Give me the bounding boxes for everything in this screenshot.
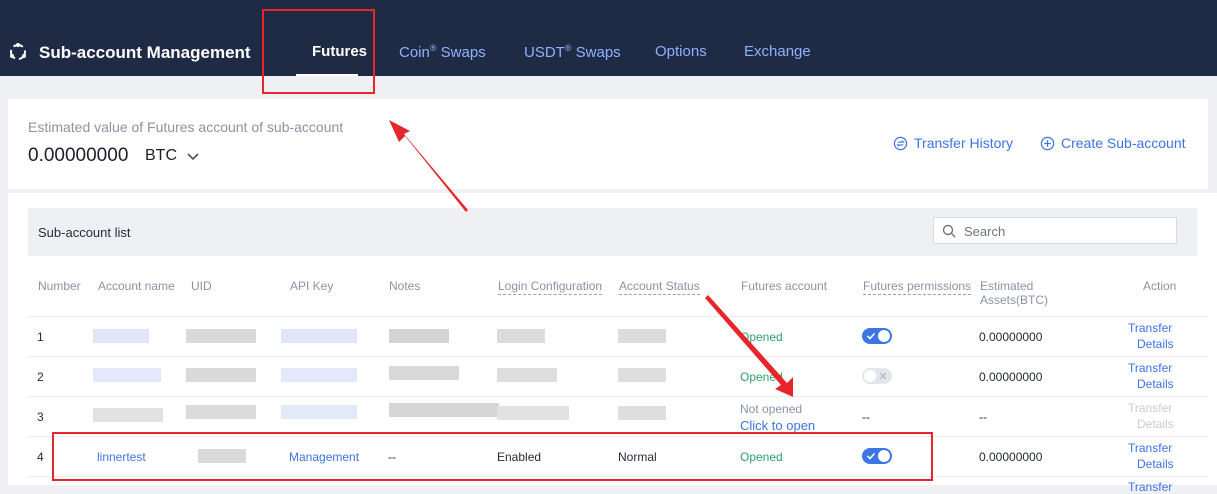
row-1-notes-redacted [389, 329, 449, 343]
list-title: Sub-account list [38, 225, 131, 240]
top-nav-bar: Sub-account Management Futures Coin® Swa… [0, 0, 1217, 76]
x-icon [879, 372, 887, 380]
search-icon [942, 224, 956, 238]
row-1-assets: 0.00000000 [979, 330, 1043, 344]
tab-coin-label: Coin [399, 44, 430, 61]
row-divider [28, 356, 1209, 357]
col-futures-permissions[interactable]: Futures permissions [863, 279, 972, 295]
tab-usdt-suffix: Swaps [571, 44, 621, 61]
row-4-number: 4 [37, 450, 44, 464]
row-2-details-link[interactable]: Details [1137, 377, 1174, 391]
toggle-knob [864, 370, 876, 382]
tab-usdt-swaps[interactable]: USDT® Swaps [524, 43, 621, 61]
tab-options[interactable]: Options [655, 43, 707, 60]
row-1-api-key-redacted [281, 329, 357, 343]
col-uid: UID [191, 279, 212, 293]
transfer-history-icon [893, 136, 908, 150]
chevron-down-icon[interactable] [186, 149, 200, 163]
row-2-login-redacted [497, 368, 557, 382]
logo-icon [10, 43, 26, 60]
row-3-assets: -- [979, 410, 987, 424]
transfer-history-button[interactable]: Transfer History [893, 135, 1013, 151]
transfer-history-label: Transfer History [914, 135, 1014, 151]
col-action: Action [1143, 279, 1177, 293]
check-icon [866, 332, 876, 340]
row-4-transfer-link[interactable]: Transfer [1128, 441, 1172, 455]
row-3-number: 3 [37, 410, 44, 424]
row-2-notes-redacted [389, 366, 459, 380]
toggle-knob [878, 330, 890, 342]
col-estimated-assets-line1: Estimated [980, 279, 1034, 293]
create-sub-account-label: Create Sub-account [1061, 135, 1186, 151]
row-3-details-link: Details [1137, 417, 1174, 431]
row-1-status-redacted [618, 329, 666, 343]
row-1-permission-toggle[interactable] [862, 328, 892, 344]
list-header: Sub-account list Search [28, 208, 1197, 256]
tab-coin-swaps[interactable]: Coin® Swaps [399, 43, 486, 61]
row-4-details-link[interactable]: Details [1137, 457, 1174, 471]
row-2-uid-redacted [186, 368, 256, 382]
row-2-api-key-redacted [281, 368, 357, 382]
search-input[interactable]: Search [933, 217, 1177, 244]
row-2-account-name-redacted [93, 368, 161, 382]
row-3-notes-redacted [389, 403, 499, 417]
row-2-status-redacted [618, 368, 666, 382]
tab-exchange-label: Exchange [744, 43, 811, 60]
row-3-status-redacted [618, 406, 666, 420]
row-3-transfer-link: Transfer [1128, 401, 1173, 415]
col-futures-account: Futures account [741, 279, 828, 293]
row-1-futures-account: Opened [740, 330, 783, 344]
row-1-account-name-redacted [93, 329, 149, 343]
row-5-transfer-link[interactable]: Transfer [1128, 480, 1172, 494]
row-1-login-redacted [497, 329, 545, 343]
row-2-assets: 0.00000000 [979, 370, 1043, 384]
col-estimated-assets-line2: Assets(BTC) [980, 293, 1049, 307]
row-3-permission: -- [862, 410, 870, 424]
col-login-configuration[interactable]: Login Configuration [498, 279, 603, 295]
row-4-assets: 0.00000000 [979, 450, 1043, 464]
plus-circle-icon [1040, 136, 1055, 150]
row-2-number: 2 [37, 370, 44, 384]
tab-exchange[interactable]: Exchange [744, 43, 811, 60]
row-2-permission-toggle[interactable] [862, 368, 892, 384]
row-1-details-link[interactable]: Details [1137, 337, 1174, 351]
row-1-transfer-link[interactable]: Transfer [1128, 321, 1172, 335]
row-1-number: 1 [37, 330, 44, 344]
row-3-login-redacted [497, 406, 569, 420]
tab-usdt-label: USDT [524, 44, 565, 61]
col-account-name: Account name [98, 279, 175, 293]
tab-options-label: Options [655, 43, 707, 60]
tab-coin-suffix: Swaps [436, 44, 486, 61]
currency-selector[interactable]: BTC [145, 147, 177, 165]
col-estimated-assets: Estimated Assets(BTC) [980, 279, 1048, 307]
row-3-api-key-redacted [281, 405, 357, 419]
row-3-futures-account: Not opened [740, 402, 803, 416]
annotation-box-futures-tab [262, 9, 375, 94]
col-account-status[interactable]: Account Status [619, 279, 700, 295]
estimated-value-label: Estimated value of Futures account of su… [28, 119, 344, 135]
annotation-box-row-4 [52, 432, 933, 481]
row-1-uid-redacted [186, 329, 256, 343]
summary-panel: Estimated value of Futures account of su… [8, 99, 1208, 189]
col-api-key: API Key [290, 279, 334, 293]
row-2-transfer-link[interactable]: Transfer [1128, 361, 1172, 375]
row-divider [28, 316, 1209, 317]
row-3-uid-redacted [186, 405, 256, 419]
tab-coin-sup: ® [429, 43, 437, 53]
row-divider [28, 396, 1209, 397]
col-number: Number [38, 279, 81, 293]
row-3-click-to-open-link[interactable]: Click to open [740, 418, 815, 433]
app-title: Sub-account Management [39, 43, 251, 62]
col-notes: Notes [389, 279, 421, 293]
create-sub-account-button[interactable]: Create Sub-account [1040, 135, 1186, 151]
search-placeholder: Search [964, 224, 1006, 239]
row-3-account-name-redacted [93, 408, 163, 422]
row-2-futures-account: Opened [740, 370, 783, 384]
estimated-value: 0.00000000 [28, 145, 129, 166]
